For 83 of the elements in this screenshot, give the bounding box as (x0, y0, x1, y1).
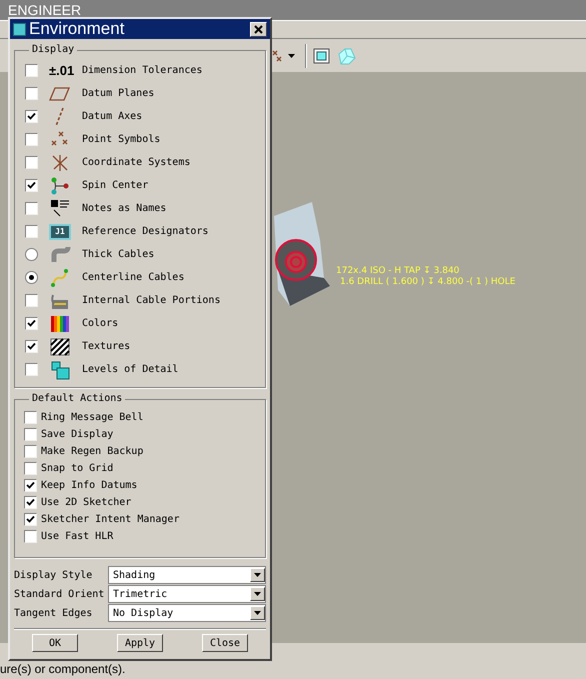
option-label: Levels of Detail (82, 363, 178, 377)
checkmark-icon (27, 112, 36, 121)
option-label: Keep Info Datums (41, 479, 138, 493)
checkbox[interactable] (25, 64, 38, 77)
checkbox[interactable] (24, 428, 37, 441)
option-label: Sketcher Intent Manager (41, 513, 180, 527)
checkbox[interactable] (25, 133, 38, 146)
checkbox[interactable] (25, 87, 38, 100)
close-button[interactable] (250, 22, 267, 36)
dialog-button[interactable]: Close (202, 634, 248, 652)
option-label: Centerline Cables (82, 271, 184, 285)
checkbox[interactable] (25, 294, 38, 307)
checkmark-icon (27, 342, 36, 351)
dropdown-field[interactable]: Trimetric (108, 585, 266, 603)
option-label: Snap to Grid (41, 462, 114, 476)
label-tag-icon: J1 (49, 224, 71, 240)
view-frame-icon[interactable] (313, 46, 331, 64)
checkbox[interactable] (24, 445, 37, 458)
checkbox[interactable] (24, 496, 37, 509)
hole-note-text: 172x.4 ISO - H TAP ↧ 3.840 (336, 266, 460, 277)
checkmark-icon (27, 319, 36, 328)
option-label: Notes as Names (82, 202, 166, 216)
dropdown-arrow-icon (254, 592, 261, 596)
checkbox[interactable] (25, 110, 38, 123)
group-label: Display (29, 43, 78, 57)
checkbox[interactable] (25, 363, 38, 376)
app-title: ENGINEER (8, 2, 82, 18)
checkbox[interactable] (24, 411, 37, 424)
radio-button[interactable] (25, 248, 38, 261)
option-label: Colors (82, 317, 118, 331)
node-branch-icon (49, 176, 71, 196)
dropdown-arrow-button[interactable] (250, 606, 265, 620)
dropdown-field[interactable]: No Display (108, 604, 266, 622)
rainbow-icon (49, 314, 71, 334)
status-message: ure(s) or component(s). (0, 661, 126, 678)
window-icon (13, 22, 26, 36)
checkbox[interactable] (24, 479, 37, 492)
option-label: Dimension Tolerances (82, 64, 202, 78)
dialog-title: Environment (29, 19, 126, 39)
option-label: Use Fast HLR (41, 530, 114, 544)
dropdown-arrow-icon (254, 611, 261, 615)
option-label: Point Symbols (82, 133, 160, 147)
setting-label: Standard Orient (14, 588, 106, 602)
checkbox[interactable] (25, 179, 38, 192)
checkbox[interactable] (24, 513, 37, 526)
option-label: Ring Message Bell (41, 411, 144, 425)
setting-label: Display Style (14, 568, 94, 582)
dialog-button[interactable]: Apply (117, 634, 163, 652)
dialog-button[interactable]: OK (32, 634, 78, 652)
checkbox[interactable] (24, 530, 37, 543)
checkbox[interactable] (25, 202, 38, 215)
pipe-icon (49, 244, 71, 264)
checkbox[interactable] (25, 156, 38, 169)
curve-icon (49, 268, 71, 288)
stacked-blocks-icon (49, 360, 71, 380)
note-icon (49, 198, 71, 218)
option-label: Datum Planes (82, 87, 154, 101)
option-label: Thick Cables (82, 248, 154, 262)
option-label: Coordinate Systems (82, 156, 190, 170)
option-label: Spin Center (82, 179, 148, 193)
option-label: Save Display (41, 428, 114, 442)
checkbox[interactable] (25, 340, 38, 353)
option-label: Reference Designators (82, 225, 208, 239)
dropdown-arrow-icon[interactable] (288, 54, 295, 58)
checkbox[interactable] (25, 225, 38, 238)
radio-button[interactable] (25, 271, 38, 284)
option-label: Make Regen Backup (41, 445, 144, 459)
crosses-icon (272, 50, 282, 62)
dropdown-arrow-button[interactable] (250, 587, 265, 601)
setting-label: Tangent Edges (14, 606, 94, 620)
checkmark-icon (27, 181, 36, 190)
hole-note-text: 1.6 DRILL ( 1.600 ) ↧ 4.800 -( 1 ) HOLE (339, 277, 516, 288)
hatch-icon (49, 336, 71, 356)
dropdown-arrow-icon (254, 573, 261, 577)
checkbox[interactable] (24, 462, 37, 475)
close-icon (254, 24, 263, 34)
option-label: Internal Cable Portions (82, 294, 220, 308)
option-label: Use 2D Sketcher (41, 496, 132, 510)
option-label: Datum Axes (82, 110, 142, 124)
checkbox[interactable] (25, 317, 38, 330)
option-label: Textures (82, 340, 130, 354)
dropdown-arrow-button[interactable] (250, 568, 265, 582)
dropdown-field[interactable]: Shading (108, 566, 266, 584)
